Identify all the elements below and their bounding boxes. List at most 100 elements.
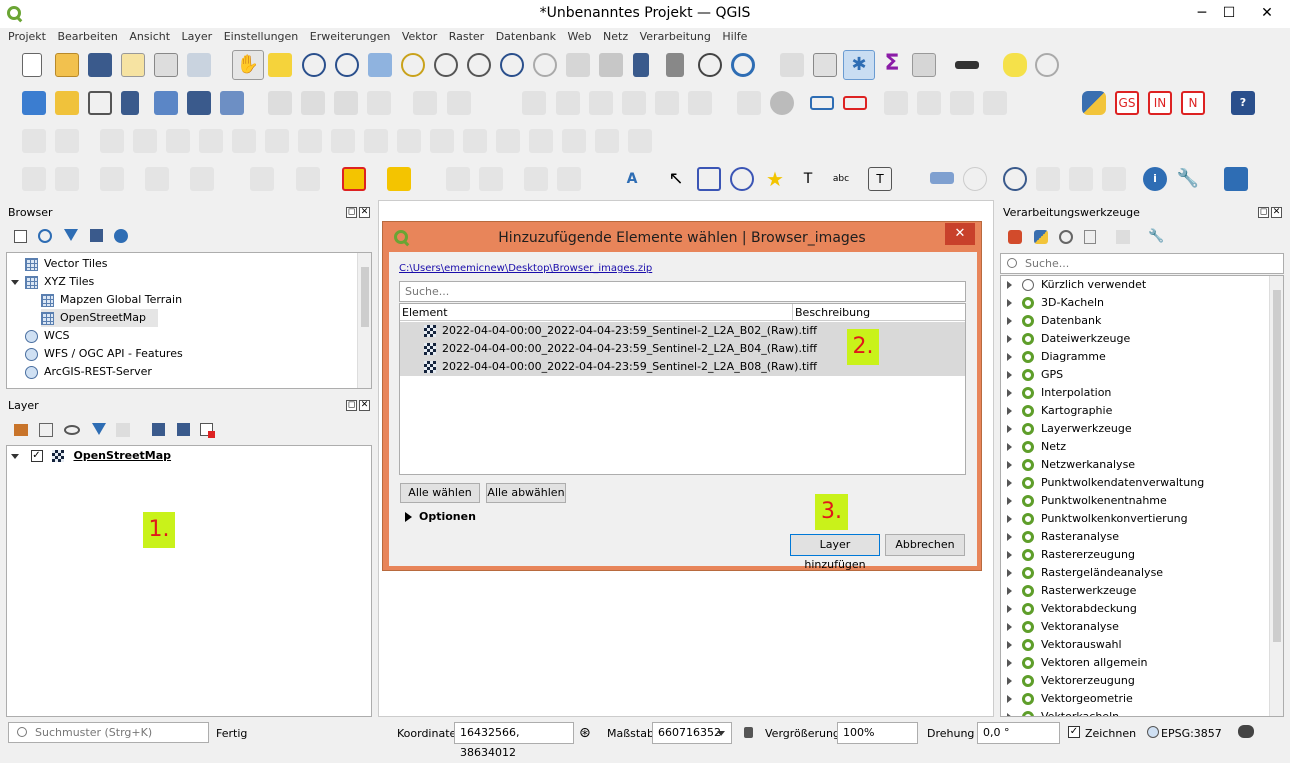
float-icon[interactable]: ◻: [346, 400, 357, 411]
layout-manager-icon[interactable]: [154, 53, 178, 77]
star-icon[interactable]: ★: [763, 167, 787, 191]
select-all-button[interactable]: Alle wählen: [400, 483, 480, 503]
expand-arrow-icon[interactable]: [1007, 623, 1012, 631]
processing-tree[interactable]: Kürzlich verwendet 3D-Kacheln Datenbank Dat…: [1000, 275, 1284, 717]
expand-arrow-icon[interactable]: [1007, 353, 1012, 361]
scripts-python-icon[interactable]: [1034, 230, 1048, 244]
options-expander[interactable]: Optionen: [405, 510, 476, 523]
processing-group[interactable]: Rasterwerkzeuge: [1007, 582, 1136, 600]
expand-arrow-icon[interactable]: [11, 273, 25, 291]
archive-path-link[interactable]: C:\Users\ememicnew\Desktop\Browser_image…: [399, 263, 652, 274]
zoom-selection-icon[interactable]: [401, 53, 425, 77]
expand-arrow-icon[interactable]: [1007, 641, 1012, 649]
pan-icon[interactable]: ✋: [232, 50, 264, 80]
zoom-next-icon[interactable]: [533, 53, 557, 77]
remove-layer-icon[interactable]: [200, 423, 215, 438]
processing-group[interactable]: Vektoren allgemein: [1007, 654, 1147, 672]
node-tool-icon[interactable]: [697, 167, 721, 191]
processing-group[interactable]: Layerwerkzeuge: [1007, 420, 1132, 438]
attribute-table-icon[interactable]: [813, 53, 837, 77]
new-print-layout-icon[interactable]: [121, 53, 145, 77]
add-group-icon[interactable]: [39, 423, 53, 437]
show-bookmarks-icon[interactable]: [666, 53, 684, 77]
expand-arrow-icon[interactable]: [11, 453, 19, 459]
zoom-last-icon[interactable]: [500, 53, 524, 77]
layer-row[interactable]: ✓ OpenStreetMap: [11, 447, 171, 465]
new-map-view-icon[interactable]: [566, 53, 590, 77]
zoom-full-icon[interactable]: [368, 53, 392, 77]
temporal-controller-icon[interactable]: [698, 53, 722, 77]
collapse-all-layers-icon[interactable]: [177, 423, 190, 436]
processing-group[interactable]: Netz: [1007, 438, 1066, 456]
processing-group[interactable]: Kürzlich verwendet: [1007, 276, 1146, 294]
deselect-features-icon[interactable]: [342, 167, 366, 191]
zoom-out-icon[interactable]: [335, 53, 359, 77]
processing-group[interactable]: Vektorabdeckung: [1007, 600, 1137, 618]
python-console-icon[interactable]: [1082, 91, 1106, 115]
abc-annotation-icon[interactable]: abc: [829, 167, 853, 191]
label-highlight-red-icon[interactable]: [843, 96, 867, 110]
filter-legend-icon[interactable]: [92, 423, 106, 435]
scale-dropdown-icon[interactable]: [717, 731, 725, 736]
browser-item[interactable]: Vector Tiles: [11, 255, 108, 273]
move-map-item-icon[interactable]: [930, 172, 954, 184]
processing-group[interactable]: Netzwerkanalyse: [1007, 456, 1135, 474]
processing-group[interactable]: Rastererzeugung: [1007, 546, 1135, 564]
processing-group[interactable]: Rasteranalyse: [1007, 528, 1119, 546]
plugin-in-icon[interactable]: IN: [1148, 91, 1172, 115]
layer-tree[interactable]: ✓ OpenStreetMap 1.: [6, 445, 372, 717]
zoom-in-icon[interactable]: [302, 53, 326, 77]
new-temporary-layer-icon[interactable]: [154, 91, 178, 115]
bookmark-icon[interactable]: [633, 53, 649, 77]
expand-arrow-icon[interactable]: [1007, 533, 1012, 541]
close-button[interactable]: ✕: [1244, 0, 1290, 28]
statistics-sum-icon[interactable]: Σ: [880, 53, 904, 77]
processing-group[interactable]: Interpolation: [1007, 384, 1111, 402]
expand-arrow-icon[interactable]: [1007, 587, 1012, 595]
pin-labels-icon[interactable]: [770, 91, 794, 115]
menu-vektor[interactable]: Vektor: [394, 28, 437, 46]
processing-group[interactable]: Diagramme: [1007, 348, 1106, 366]
expand-arrow-icon[interactable]: [1007, 551, 1012, 559]
menu-bearbeiten[interactable]: Bearbeiten: [49, 28, 117, 46]
processing-group[interactable]: Punktwolkendatenverwaltung: [1007, 474, 1204, 492]
expand-arrow-icon[interactable]: [1007, 335, 1012, 343]
menu-ansicht[interactable]: Ansicht: [121, 28, 170, 46]
menu-hilfe[interactable]: Hilfe: [714, 28, 747, 46]
float-icon[interactable]: ◻: [346, 207, 357, 218]
gps-icon[interactable]: [1003, 167, 1027, 191]
expand-arrow-icon[interactable]: [1007, 281, 1012, 289]
menu-datenbank[interactable]: Datenbank: [488, 28, 556, 46]
zoom-native-icon[interactable]: [467, 53, 491, 77]
style-manager-icon[interactable]: [187, 53, 211, 77]
options-wrench-icon[interactable]: 🔧: [1148, 229, 1164, 244]
vertex-edit-icon[interactable]: [730, 167, 754, 191]
layer-panel-buttons[interactable]: ◻ ✕: [344, 399, 370, 411]
layer-visibility-checkbox[interactable]: ✓: [30, 450, 43, 462]
browser-item[interactable]: Mapzen Global Terrain: [41, 291, 182, 309]
lock-scale-icon[interactable]: [744, 727, 753, 738]
processing-group[interactable]: GPS: [1007, 366, 1063, 384]
expand-arrow-icon[interactable]: [1007, 461, 1012, 469]
menu-erweiterungen[interactable]: Erweiterungen: [302, 28, 391, 46]
label-settings-icon[interactable]: A: [620, 167, 644, 191]
expand-arrow-icon[interactable]: [1007, 299, 1012, 307]
add-selected-icon[interactable]: [14, 230, 27, 243]
close-icon[interactable]: ✕: [359, 207, 370, 218]
identify-features-icon[interactable]: [780, 53, 804, 77]
processing-group[interactable]: Datenbank: [1007, 312, 1101, 330]
layer-name[interactable]: OpenStreetMap: [74, 449, 172, 462]
refresh-browser-icon[interactable]: [38, 229, 52, 243]
menu-web[interactable]: Web: [560, 28, 592, 46]
plugin-gs-icon[interactable]: GS: [1115, 91, 1139, 115]
browser-item[interactable]: ArcGIS-REST-Server: [11, 363, 152, 381]
attribute-table-dropdown-icon[interactable]: [912, 53, 936, 77]
browser-scrollbar[interactable]: [357, 253, 371, 388]
menu-einstellungen[interactable]: Einstellungen: [216, 28, 299, 46]
add-vector-layer-icon[interactable]: [220, 91, 244, 115]
processing-group[interactable]: Punktwolkenentnahme: [1007, 492, 1167, 510]
close-icon[interactable]: ✕: [359, 400, 370, 411]
collapse-all-icon[interactable]: [90, 229, 103, 242]
rotation-field[interactable]: 0,0 °: [977, 722, 1060, 744]
processing-group[interactable]: Dateiwerkzeuge: [1007, 330, 1130, 348]
